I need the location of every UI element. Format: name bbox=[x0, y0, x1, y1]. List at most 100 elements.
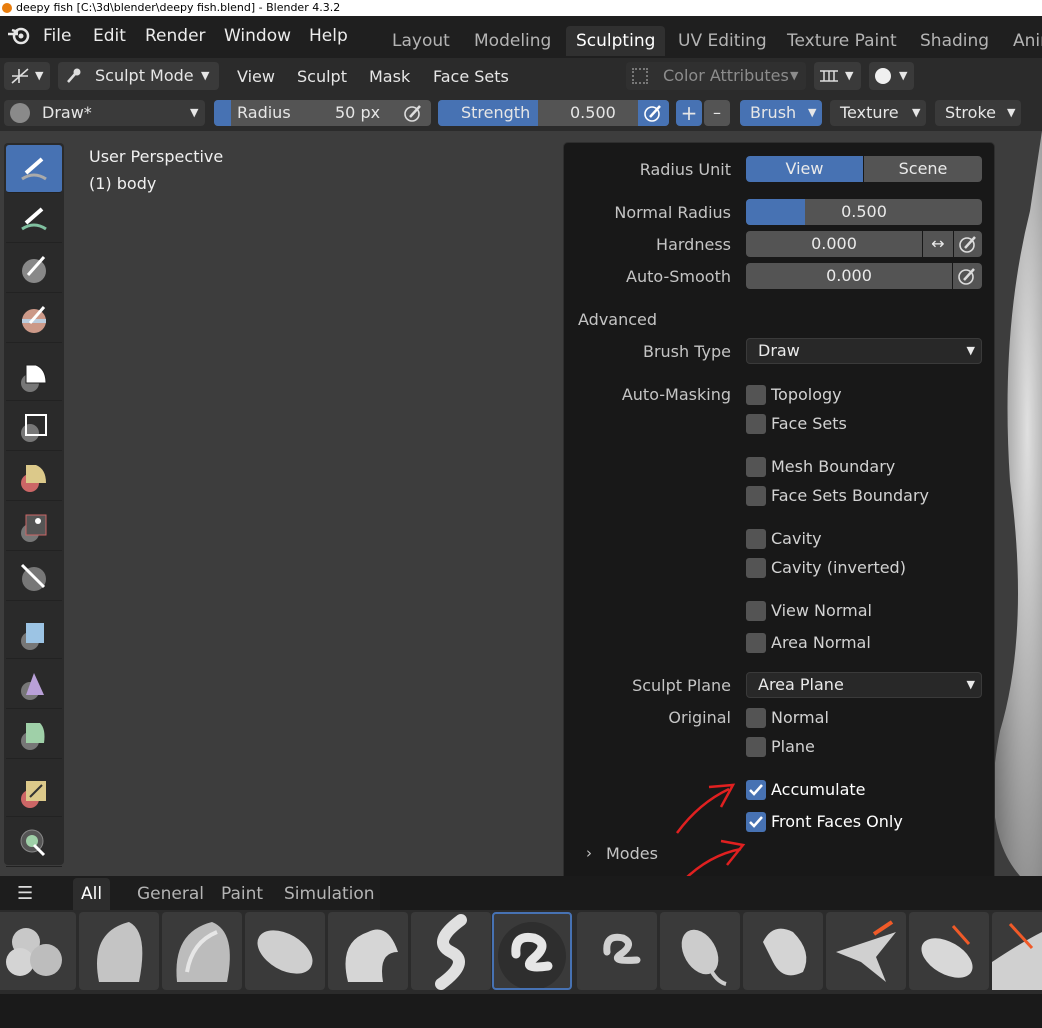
brush-thumbnail[interactable] bbox=[826, 912, 906, 990]
hamburger-menu-icon[interactable]: ☰ bbox=[17, 883, 33, 904]
hardness-field[interactable]: 0.000 bbox=[746, 231, 922, 257]
strength-field[interactable]: Strength 0.500 bbox=[438, 100, 669, 126]
direction-add-button[interactable]: + bbox=[676, 100, 702, 126]
symmetry-icon bbox=[820, 70, 838, 82]
color-attributes-selector[interactable]: Color Attributes ▼ bbox=[626, 62, 806, 90]
accumulate-checkbox[interactable] bbox=[746, 780, 766, 800]
menu-help[interactable]: Help bbox=[309, 26, 348, 46]
face-sets-boundary-checkbox[interactable] bbox=[746, 486, 766, 506]
tool-blob[interactable] bbox=[6, 403, 62, 451]
strength-pressure-toggle[interactable] bbox=[638, 100, 669, 126]
tool-grab[interactable] bbox=[6, 819, 62, 867]
tab-sculpting[interactable]: Sculpting bbox=[566, 26, 666, 56]
brush-thumbnail[interactable] bbox=[411, 912, 491, 990]
cavity-checkbox[interactable] bbox=[746, 529, 766, 549]
brush-preview-icon bbox=[97, 922, 143, 982]
menu-mask[interactable]: Mask bbox=[369, 67, 410, 86]
tab-texture-paint[interactable]: Texture Paint bbox=[777, 26, 907, 56]
shelf-tab-simulation[interactable]: Simulation bbox=[276, 878, 383, 910]
tool-draw-sharp[interactable] bbox=[6, 195, 62, 243]
tool-multiplane-scrape[interactable] bbox=[6, 711, 62, 759]
blender-logo-icon[interactable] bbox=[6, 26, 32, 46]
mode-selector[interactable]: Sculpt Mode ▼ bbox=[58, 62, 219, 90]
brush-thumbnail[interactable] bbox=[660, 912, 740, 990]
front-faces-only-checkbox[interactable] bbox=[746, 812, 766, 832]
tool-shelf bbox=[4, 143, 64, 867]
cavity-label: Cavity bbox=[771, 529, 822, 548]
brush-thumbnail[interactable] bbox=[743, 912, 823, 990]
view-normal-checkbox[interactable] bbox=[746, 601, 766, 621]
radius-field[interactable]: Radius 50 px bbox=[214, 100, 431, 126]
menu-view[interactable]: View bbox=[237, 67, 275, 86]
face-sets-checkbox[interactable] bbox=[746, 414, 766, 434]
original-normal-checkbox[interactable] bbox=[746, 708, 766, 728]
brush-thumbnail[interactable] bbox=[0, 912, 76, 990]
tool-smooth[interactable] bbox=[6, 503, 62, 551]
tool-clay[interactable] bbox=[6, 245, 62, 293]
tab-modeling[interactable]: Modeling bbox=[464, 26, 561, 56]
tool-fill[interactable] bbox=[6, 611, 62, 659]
modes-section-header[interactable]: Modes bbox=[606, 844, 658, 863]
chevron-right-icon[interactable]: › bbox=[586, 844, 592, 862]
tool-clay-strips[interactable] bbox=[6, 295, 62, 343]
brush-preview-icon bbox=[498, 922, 566, 990]
tool-crease[interactable] bbox=[6, 453, 62, 501]
tool-draw[interactable] bbox=[6, 145, 62, 193]
tool-inflate[interactable] bbox=[6, 353, 62, 401]
brush-thumbnail[interactable] bbox=[79, 912, 159, 990]
sculpt-plane-dropdown[interactable]: Area Plane ▼ bbox=[746, 672, 982, 698]
hardness-pressure-toggle[interactable] bbox=[954, 231, 982, 257]
cavity-inverted-checkbox[interactable] bbox=[746, 558, 766, 578]
pen-pressure-icon[interactable] bbox=[403, 104, 423, 122]
brush-selector[interactable]: Draw* ▼ bbox=[4, 100, 205, 126]
direction-subtract-button[interactable]: – bbox=[704, 100, 730, 126]
brush-panel-button[interactable]: Brush ▼ bbox=[740, 100, 822, 126]
sculpt-plane-value: Area Plane bbox=[758, 675, 844, 694]
menu-render[interactable]: Render bbox=[145, 26, 206, 46]
shelf-tab-all[interactable]: All bbox=[73, 878, 111, 910]
brush-type-value: Draw bbox=[758, 341, 800, 360]
brush-thumbnail-selected[interactable] bbox=[492, 912, 572, 990]
radius-unit-view-button[interactable]: View bbox=[746, 156, 863, 182]
normal-radius-field[interactable]: 0.500 bbox=[746, 199, 982, 225]
brush-thumbnail[interactable] bbox=[992, 912, 1042, 990]
front-faces-only-label: Front Faces Only bbox=[771, 812, 903, 831]
brush-thumbnail[interactable] bbox=[909, 912, 989, 990]
menu-file[interactable]: File bbox=[43, 26, 71, 46]
menu-window[interactable]: Window bbox=[224, 26, 291, 46]
tool-flatten[interactable] bbox=[6, 553, 62, 601]
menu-sculpt[interactable]: Sculpt bbox=[297, 67, 347, 86]
symmetry-button[interactable]: ▼ bbox=[814, 62, 861, 90]
stroke-panel-button[interactable]: Stroke ▼ bbox=[935, 100, 1021, 126]
hardness-invert-button[interactable]: ↔ bbox=[923, 231, 953, 257]
draw-brush-icon bbox=[21, 157, 47, 181]
tab-animation[interactable]: Anim bbox=[1003, 26, 1042, 56]
brush-preview-icon bbox=[763, 928, 807, 976]
auto-smooth-pressure-toggle[interactable] bbox=[953, 263, 982, 289]
editor-type-button[interactable]: ▼ bbox=[4, 62, 50, 90]
shelf-tab-paint[interactable]: Paint bbox=[213, 878, 271, 910]
radius-unit-scene-button[interactable]: Scene bbox=[864, 156, 982, 182]
menu-edit[interactable]: Edit bbox=[93, 26, 126, 46]
mesh-boundary-checkbox[interactable] bbox=[746, 457, 766, 477]
brush-type-dropdown[interactable]: Draw ▼ bbox=[746, 338, 982, 364]
tool-scrape[interactable] bbox=[6, 661, 62, 709]
brush-thumbnail[interactable] bbox=[245, 912, 325, 990]
brush-thumbnail[interactable] bbox=[328, 912, 408, 990]
tab-shading[interactable]: Shading bbox=[910, 26, 999, 56]
advanced-section-header[interactable]: Advanced bbox=[578, 310, 657, 329]
brush-thumbnail[interactable] bbox=[577, 912, 657, 990]
color-attributes-label: Color Attributes bbox=[663, 66, 789, 85]
tab-uv-editing[interactable]: UV Editing bbox=[668, 26, 777, 56]
area-normal-checkbox[interactable] bbox=[746, 633, 766, 653]
auto-smooth-field[interactable]: 0.000 bbox=[746, 263, 952, 289]
shelf-tab-general[interactable]: General bbox=[129, 878, 212, 910]
tab-layout[interactable]: Layout bbox=[382, 26, 460, 56]
texture-panel-button[interactable]: Texture ▼ bbox=[830, 100, 926, 126]
tool-pinch[interactable] bbox=[6, 769, 62, 817]
original-plane-checkbox[interactable] bbox=[746, 737, 766, 757]
shading-button[interactable]: ▼ bbox=[869, 62, 914, 90]
menu-face-sets[interactable]: Face Sets bbox=[433, 67, 509, 86]
topology-checkbox[interactable] bbox=[746, 385, 766, 405]
brush-thumbnail[interactable] bbox=[162, 912, 242, 990]
